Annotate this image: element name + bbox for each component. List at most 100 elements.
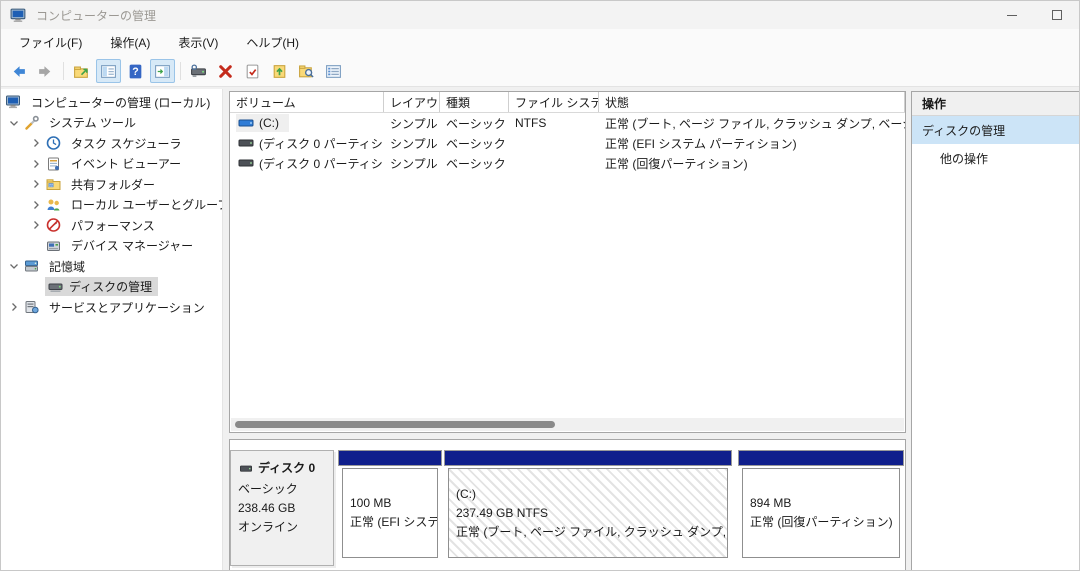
- tree-item-label: システム ツール: [49, 116, 136, 131]
- svg-text:22: 22: [49, 184, 53, 188]
- tree-item-label: ローカル ユーザーとグループ: [71, 198, 223, 213]
- tree-item-storage[interactable]: 記憶域: [1, 256, 222, 277]
- drive-icon: [238, 115, 254, 131]
- volume-filesystem: NTFS: [515, 116, 547, 130]
- shared-folder-icon: 22: [45, 176, 62, 192]
- back-icon: [13, 65, 25, 77]
- partition-color-bar: [738, 450, 904, 466]
- partition-efi[interactable]: 100 MB 正常 (EFI システム パーティション): [338, 450, 442, 558]
- chevron-down-icon[interactable]: [5, 117, 23, 129]
- menu-help[interactable]: ヘルプ(H): [236, 30, 309, 55]
- maximize-button[interactable]: [1034, 1, 1079, 29]
- chevron-right-icon[interactable]: [27, 137, 45, 149]
- menu-file[interactable]: ファイル(F): [9, 30, 92, 55]
- show-console-tree-button[interactable]: [96, 59, 121, 83]
- tree-item-services-applications[interactable]: サービスとアプリケーション: [1, 297, 222, 318]
- partition-color-bar: [338, 450, 442, 466]
- performance-icon: [45, 217, 62, 233]
- action-item-disk-management[interactable]: ディスクの管理: [912, 116, 1079, 144]
- drive-icon: [238, 135, 254, 151]
- minimize-icon: [1006, 15, 1017, 16]
- partition-status: 正常 (EFI システム パーティション): [350, 515, 438, 529]
- back-button[interactable]: [6, 59, 31, 83]
- users-icon: [45, 197, 62, 213]
- column-header-status[interactable]: 状態: [599, 92, 904, 112]
- list-view-button[interactable]: [321, 59, 346, 83]
- tree-item-label: タスク スケジューラ: [71, 136, 182, 151]
- partition-size: 237.49 GB NTFS: [456, 505, 549, 520]
- tree-item-shared-folders[interactable]: 22 共有フォルダー: [1, 174, 222, 195]
- open-button[interactable]: [267, 59, 292, 83]
- volume-type: ベーシック: [446, 116, 506, 131]
- tree-item-label: イベント ビューアー: [71, 157, 182, 172]
- volume-type: ベーシック: [446, 136, 506, 151]
- show-action-pane-icon: [155, 64, 170, 78]
- export-list-button[interactable]: [69, 59, 94, 83]
- menu-view[interactable]: 表示(V): [168, 30, 228, 55]
- tree-item-label: コンピューターの管理 (ローカル): [31, 95, 211, 110]
- menu-action[interactable]: 操作(A): [100, 30, 160, 55]
- tree-item-performance[interactable]: パフォーマンス: [1, 215, 222, 236]
- chevron-right-icon[interactable]: [5, 301, 23, 313]
- services-icon: [23, 299, 40, 315]
- partition-status: 正常 (回復パーティション): [750, 515, 893, 529]
- horizontal-scrollbar[interactable]: [231, 418, 904, 431]
- chevron-right-icon[interactable]: [27, 178, 45, 190]
- tree-item-system-tools[interactable]: システム ツール: [1, 113, 222, 134]
- chevron-placeholder: [27, 240, 45, 252]
- tree-item-task-scheduler[interactable]: タスク スケジューラ: [1, 133, 222, 154]
- properties-button[interactable]: [240, 59, 265, 83]
- show-action-pane-button[interactable]: [150, 59, 175, 83]
- folder-up-icon: [273, 64, 286, 78]
- volume-status: 正常 (ブート, ページ ファイル, クラッシュ ダンプ, ベーシック デ: [605, 116, 905, 131]
- toolbar-separator: [63, 62, 64, 80]
- delete-volume-button[interactable]: [213, 59, 238, 83]
- column-header-type[interactable]: 種類: [440, 92, 509, 112]
- partition-recovery[interactable]: 894 MB 正常 (回復パーティション): [738, 450, 904, 558]
- tree-item-local-users-groups[interactable]: ローカル ユーザーとグループ: [1, 195, 222, 216]
- minimize-button[interactable]: [989, 1, 1034, 29]
- column-header-filesystem[interactable]: ファイル システム: [509, 92, 599, 112]
- disk0-info-box[interactable]: ディスク 0 ベーシック 238.46 GB オンライン: [230, 450, 334, 566]
- computer-icon: [5, 94, 22, 110]
- column-header-volume[interactable]: ボリューム: [230, 92, 384, 112]
- volume-row-c[interactable]: (C:) シンプル ベーシック NTFS 正常 (ブート, ページ ファイル, …: [230, 113, 905, 133]
- list-panel-icon: [326, 64, 341, 78]
- column-header-layout[interactable]: レイアウト: [384, 92, 440, 112]
- volume-status: 正常 (回復パーティション): [605, 156, 748, 171]
- disk-tool-icon: [191, 63, 206, 77]
- chevron-right-icon[interactable]: [27, 199, 45, 211]
- volume-name: (C:): [259, 116, 279, 130]
- event-viewer-icon: [45, 156, 62, 172]
- tree-item-disk-management[interactable]: ディスクの管理: [1, 277, 222, 298]
- scrollbar-thumb[interactable]: [235, 421, 555, 428]
- disk-icon: [240, 465, 252, 472]
- chevron-right-icon[interactable]: [27, 158, 45, 170]
- tree-item-event-viewer[interactable]: イベント ビューアー: [1, 154, 222, 175]
- disk-type: ベーシック: [238, 482, 298, 496]
- toolbar-separator: [180, 62, 181, 80]
- storage-icon: [23, 258, 40, 274]
- column-separator: [904, 92, 905, 112]
- properties-check-icon: [246, 64, 259, 78]
- tree-item-label: デバイス マネージャー: [71, 239, 194, 254]
- explore-button[interactable]: [294, 59, 319, 83]
- forward-button[interactable]: [33, 59, 58, 83]
- tree-item-device-manager[interactable]: デバイス マネージャー: [1, 236, 222, 257]
- tree-item-label: サービスとアプリケーション: [49, 300, 205, 315]
- volume-row-partition4[interactable]: (ディスク 0 パーティション 4) シンプル ベーシック 正常 (回復パーティ…: [230, 153, 905, 173]
- disk-tool-button[interactable]: [186, 59, 211, 83]
- action-item-more-actions[interactable]: 他の操作: [912, 144, 1079, 172]
- volume-row-partition1[interactable]: (ディスク 0 パーティション 1) シンプル ベーシック 正常 (EFI シス…: [230, 133, 905, 153]
- export-folder-icon: [74, 66, 88, 78]
- chevron-right-icon[interactable]: [27, 219, 45, 231]
- titlebar: コンピューターの管理: [1, 1, 1079, 29]
- toolbar: ?: [1, 56, 1079, 87]
- device-manager-icon: [45, 238, 62, 254]
- help-button[interactable]: ?: [123, 59, 148, 83]
- chevron-down-icon[interactable]: [5, 260, 23, 272]
- tree-item-label: 共有フォルダー: [71, 177, 156, 192]
- tree-item-computer-management[interactable]: コンピューターの管理 (ローカル): [1, 92, 222, 113]
- partition-c[interactable]: (C:) 237.49 GB NTFS 正常 (ブート, ページ ファイル, ク…: [444, 450, 732, 558]
- volume-status: 正常 (EFI システム パーティション): [605, 136, 797, 151]
